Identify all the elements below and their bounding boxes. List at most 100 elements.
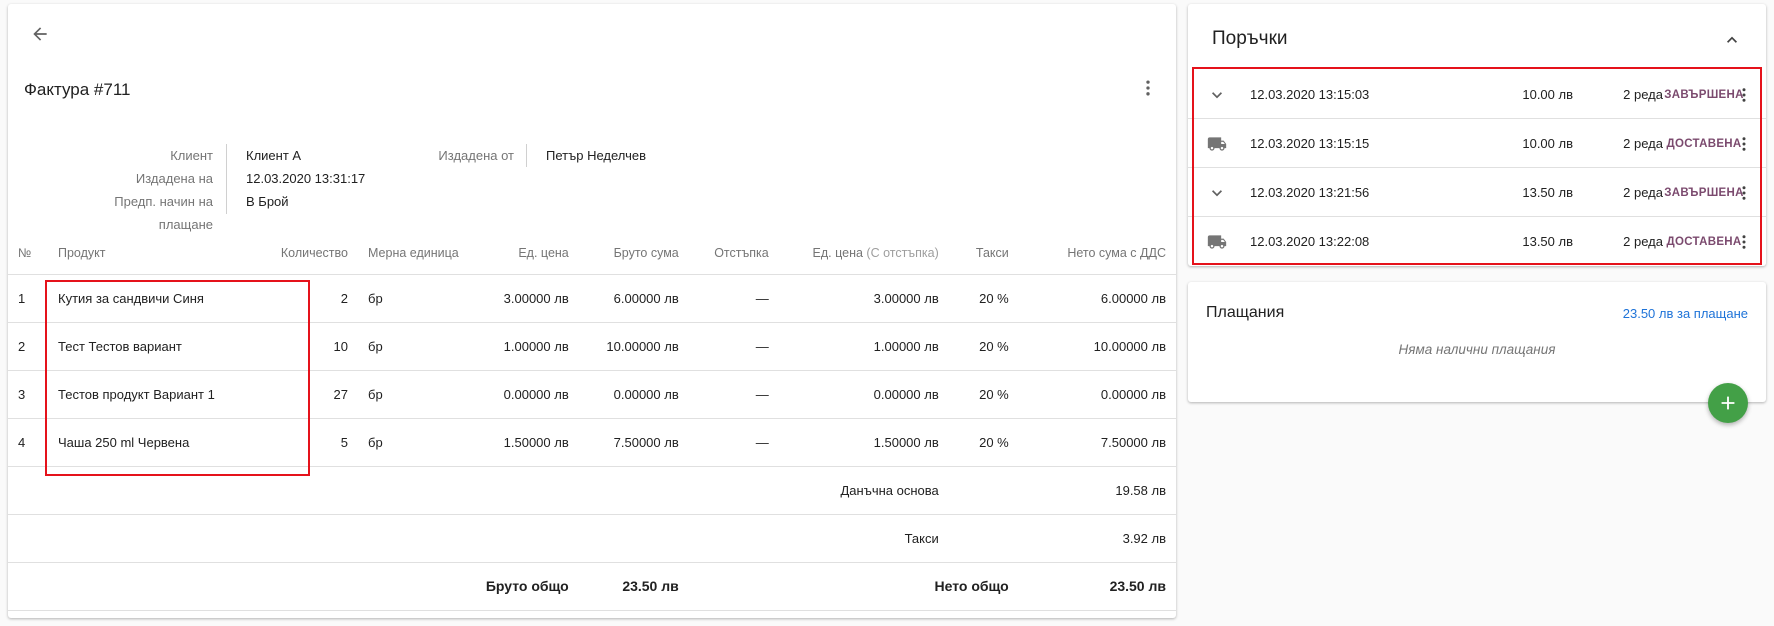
expand-order-button[interactable] [1202, 168, 1232, 217]
col-no: № [8, 232, 48, 275]
order-lines: 2 реда [1623, 185, 1663, 200]
order-lines: 2 реда [1623, 87, 1663, 102]
cell-unit-price-discounted: 1.00000 лв [778, 322, 949, 371]
delivery-menu-button[interactable] [1732, 119, 1756, 168]
col-unit: Мерна единица [358, 232, 469, 275]
back-button[interactable] [22, 16, 58, 52]
table-row: 3 Тестов продукт Вариант 1 27 бр 0.00000… [8, 370, 1176, 419]
cell-discount: — [688, 322, 779, 371]
col-unit-price-discounted-label: Ед. цена [812, 245, 863, 260]
cell-unit-price-discounted: 1.50000 лв [778, 418, 949, 467]
delivery-menu-button[interactable] [1732, 217, 1756, 266]
cell-taxes: 20 % [948, 274, 1019, 323]
cell-unit: бр [358, 322, 469, 371]
cell-no: 1 [8, 274, 48, 323]
truck-icon [1202, 119, 1232, 168]
cell-discount: — [688, 370, 779, 419]
cell-unit-price: 1.00000 лв [468, 322, 579, 371]
invoice-info-labels: Клиент Издадена на Предп. начин на плаща… [88, 144, 213, 232]
tax-base-value: 19.58 лв [1018, 466, 1176, 515]
orders-list: 12.03.2020 13:15:03 10.00 лв 2 реда ЗАВЪ… [1188, 70, 1766, 266]
issued-on-value: 12.03.2020 13:31:17 [246, 171, 366, 186]
more-vert-icon [1146, 80, 1150, 96]
col-unit-price-discounted-note: (С отстъпка) [866, 245, 939, 260]
cell-quantity: 10 [268, 322, 358, 371]
payments-card: Плащания 23.50 лв за плащане Няма наличн… [1188, 282, 1766, 402]
issued-by-divider [526, 144, 527, 167]
cell-product: Тест Тестов вариант [48, 322, 268, 371]
summary-row-taxes: Такси 3.92 лв [8, 514, 1176, 563]
payments-empty-message: Няма налични плащания [1398, 342, 1556, 357]
cell-taxes: 20 % [948, 418, 1019, 467]
table-row: 4 Чаша 250 ml Червена 5 бр 1.50000 лв 7.… [8, 418, 1176, 467]
plus-icon [1721, 396, 1735, 410]
page-title: Фактура #711 [24, 80, 131, 99]
cell-gross: 10.00000 лв [578, 322, 689, 371]
cell-quantity: 2 [268, 274, 358, 323]
payments-title: Плащания [1206, 304, 1285, 321]
expand-order-button[interactable] [1202, 70, 1232, 119]
invoice-card: Фактура #711 Клиент Издадена на Предп. н… [8, 4, 1176, 618]
add-payment-button[interactable] [1708, 383, 1748, 423]
client-label: Клиент [170, 148, 213, 163]
delivery-lines: 2 реда [1623, 234, 1663, 249]
amount-due-link[interactable]: 23.50 лв за плащане [1623, 306, 1748, 321]
arrow-left-icon [33, 27, 47, 41]
orders-title: Поръчки [1212, 28, 1288, 49]
order-date: 12.03.2020 13:15:03 [1250, 87, 1370, 102]
table-header-row: № Продукт Количество Мерна единица Ед. ц… [8, 232, 1176, 275]
chevron-down-icon [1212, 189, 1222, 196]
cell-taxes: 20 % [948, 322, 1019, 371]
gross-total-value: 23.50 лв [578, 562, 689, 611]
invoice-menu-button[interactable] [1134, 74, 1162, 102]
truck-icon [1202, 217, 1232, 266]
cell-gross: 0.00000 лв [578, 370, 689, 419]
cell-net-vat: 7.50000 лв [1018, 418, 1176, 467]
gross-total-label: Бруто общо [8, 562, 579, 611]
cell-unit-price-discounted: 3.00000 лв [778, 274, 949, 323]
orders-collapse-button[interactable] [1720, 28, 1744, 52]
cell-no: 2 [8, 322, 48, 371]
delivery-date: 12.03.2020 13:15:15 [1250, 136, 1370, 151]
col-net-vat: Нето сума с ДДС [1018, 232, 1176, 275]
issued-on-label: Издадена на [135, 171, 213, 186]
col-gross: Бруто сума [578, 232, 689, 275]
delivery-amount: 13.50 лв [1522, 234, 1573, 249]
net-total-label: Нето общо [688, 562, 1019, 611]
cell-discount: — [688, 418, 779, 467]
cell-unit-price: 3.00000 лв [468, 274, 579, 323]
col-taxes: Такси [948, 232, 1019, 275]
delivery-date: 12.03.2020 13:22:08 [1250, 234, 1370, 249]
cell-product: Тестов продукт Вариант 1 [48, 370, 268, 419]
summary-row-totals: Бруто общо 23.50 лв Нето общо 23.50 лв [8, 562, 1176, 611]
order-status-badge: ЗАВЪРШЕНА [1664, 88, 1744, 101]
col-unit-price: Ед. цена [468, 232, 579, 275]
table-row: 1 Кутия за сандвичи Синя 2 бр 3.00000 лв… [8, 274, 1176, 323]
cell-unit: бр [358, 370, 469, 419]
order-menu-button[interactable] [1732, 70, 1756, 119]
cell-unit: бр [358, 274, 469, 323]
chevron-up-icon [1727, 36, 1737, 43]
invoice-items-table: № Продукт Количество Мерна единица Ед. ц… [8, 232, 1176, 611]
order-date: 12.03.2020 13:21:56 [1250, 185, 1370, 200]
more-vert-icon [1742, 234, 1746, 249]
taxes-value: 3.92 лв [1018, 514, 1176, 563]
cell-gross: 6.00000 лв [578, 274, 689, 323]
delivery-row[interactable]: 12.03.2020 13:15:15 10.00 лв 2 реда ДОСТ… [1188, 119, 1766, 168]
cell-net-vat: 10.00000 лв [1018, 322, 1176, 371]
cell-unit-price: 0.00000 лв [468, 370, 579, 419]
cell-discount: — [688, 274, 779, 323]
taxes-label: Такси [8, 514, 949, 563]
cell-taxes: 20 % [948, 370, 1019, 419]
orders-card: Поръчки 12.03.2020 13:15:03 10.00 лв 2 р… [1188, 4, 1766, 266]
chevron-down-icon [1212, 91, 1222, 98]
order-menu-button[interactable] [1732, 168, 1756, 217]
table-row: 2 Тест Тестов вариант 10 бр 1.00000 лв 1… [8, 322, 1176, 371]
delivery-row[interactable]: 12.03.2020 13:22:08 13.50 лв 2 реда ДОСТ… [1188, 217, 1766, 266]
order-status-badge: ЗАВЪРШЕНА [1664, 186, 1744, 199]
order-row[interactable]: 12.03.2020 13:21:56 13.50 лв 2 реда ЗАВЪ… [1188, 168, 1766, 217]
client-value: Клиент А [246, 148, 302, 163]
cell-net-vat: 6.00000 лв [1018, 274, 1176, 323]
order-row[interactable]: 12.03.2020 13:15:03 10.00 лв 2 реда ЗАВЪ… [1188, 70, 1766, 119]
order-amount: 13.50 лв [1522, 185, 1573, 200]
